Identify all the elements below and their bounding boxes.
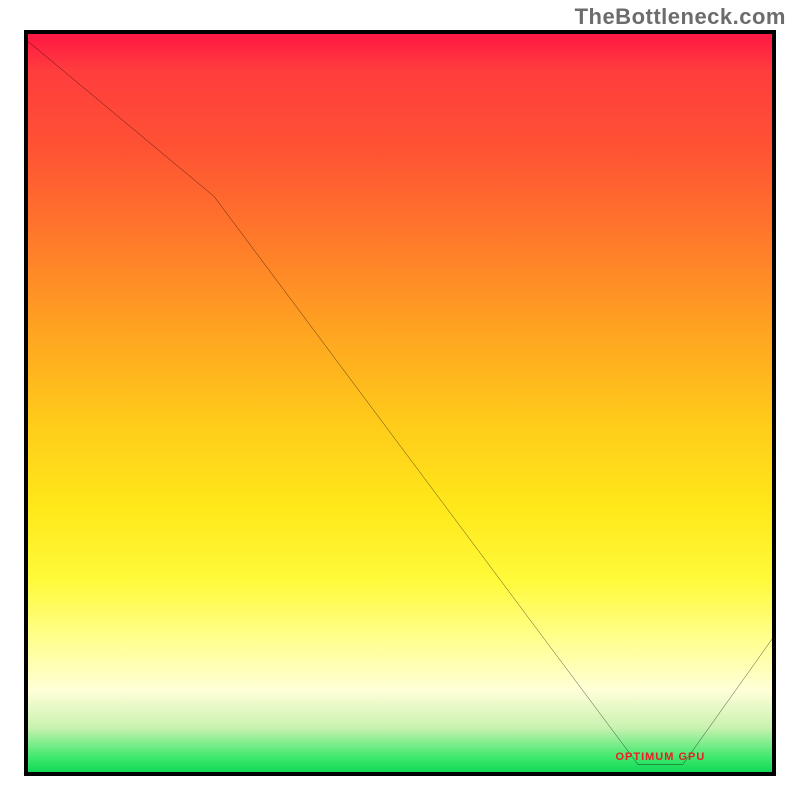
- watermark-label: TheBottleneck.com: [575, 4, 786, 30]
- optimum-label: OPTIMUM GPU: [615, 751, 705, 763]
- chart-container: TheBottleneck.com OPTIMUM GPU: [0, 0, 800, 800]
- bottleneck-curve: [28, 34, 772, 772]
- plot-area: OPTIMUM GPU: [24, 30, 776, 776]
